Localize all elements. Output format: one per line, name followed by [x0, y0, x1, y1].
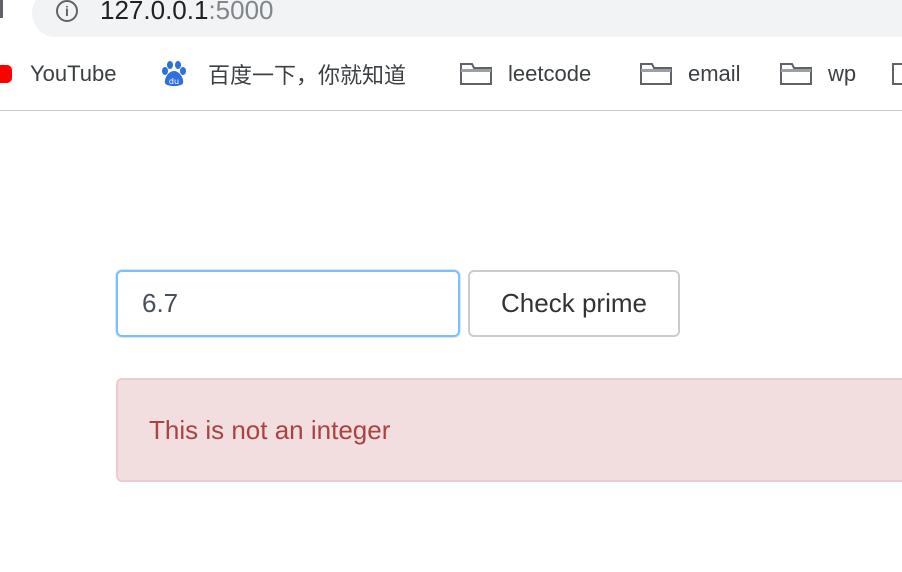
url-text[interactable]: 127.0.0.1:5000: [100, 0, 274, 26]
bookmark-label: leetcode: [508, 61, 592, 86]
info-icon[interactable]: i: [56, 0, 78, 22]
window-edge: [0, 0, 3, 18]
alert-message: This is not an integer: [149, 414, 391, 445]
folder-icon: [460, 63, 492, 85]
folder-icon: [780, 63, 812, 85]
bookmark-folder-email[interactable]: email: [640, 56, 741, 92]
page-content: Check prime This is not an integer: [0, 111, 902, 572]
number-input[interactable]: [116, 270, 460, 337]
url-host: 127.0.0.1: [100, 0, 209, 25]
bookmark-label: YouTube: [30, 61, 117, 86]
url-port: :5000: [208, 0, 274, 25]
bookmark-label: wp: [828, 61, 857, 86]
error-alert: This is not an integer: [116, 378, 902, 482]
folder-icon: [892, 63, 902, 85]
bookmarks-bar: YouTube du 百度一下，你就知道 leetcode email wp: [0, 56, 902, 92]
bookmark-folder-wp[interactable]: wp: [780, 56, 856, 92]
svg-text:du: du: [169, 77, 179, 86]
youtube-icon: [0, 65, 12, 83]
bookmark-label: 百度一下，你就知道: [208, 63, 407, 88]
check-prime-button[interactable]: Check prime: [468, 270, 680, 337]
bookmark-label: email: [688, 61, 741, 86]
bookmark-youtube[interactable]: YouTube: [0, 56, 116, 92]
baidu-icon: du: [160, 60, 188, 88]
browser-chrome: i 127.0.0.1:5000 YouTube du 百度一下，你就知道 le…: [0, 0, 902, 111]
folder-icon: [640, 63, 672, 85]
bookmark-folder-overflow[interactable]: [892, 56, 902, 92]
bookmark-baidu[interactable]: du 百度一下，你就知道: [160, 56, 406, 92]
bookmark-folder-leetcode[interactable]: leetcode: [460, 56, 591, 92]
